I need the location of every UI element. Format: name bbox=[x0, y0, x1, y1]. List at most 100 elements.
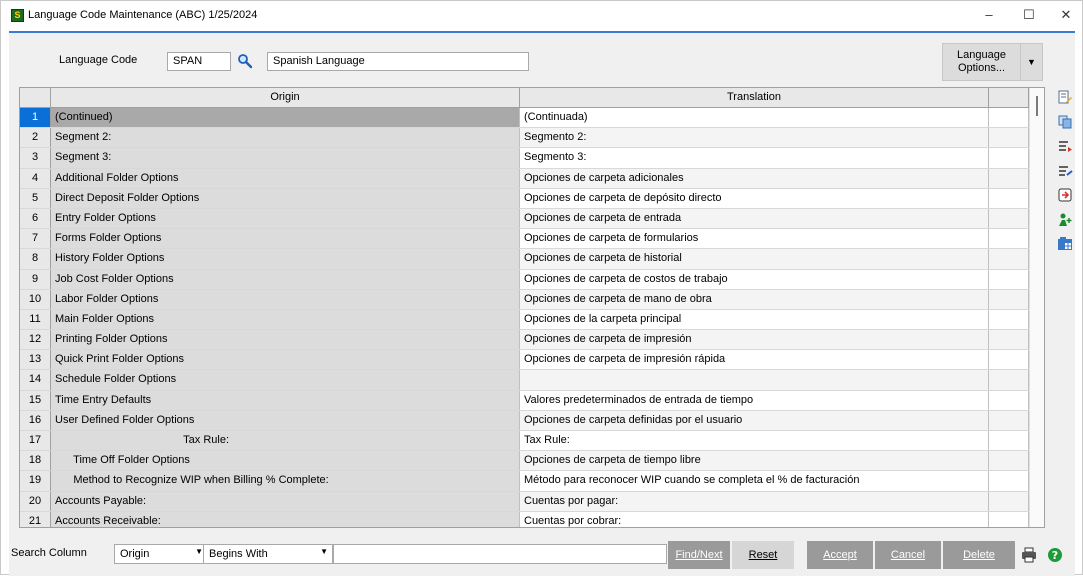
origin-cell[interactable]: Labor Folder Options bbox=[51, 289, 520, 309]
translation-cell[interactable]: Método para reconocer WIP cuando se comp… bbox=[520, 471, 989, 491]
table-row[interactable]: 14 Schedule Folder Options bbox=[20, 370, 1029, 391]
table-row[interactable]: 9 Job Cost Folder Options Opciones de carp… bbox=[20, 269, 1029, 290]
language-description-input[interactable]: Spanish Language bbox=[267, 52, 529, 71]
row-number[interactable]: 21 bbox=[20, 511, 51, 527]
origin-cell[interactable]: Forms Folder Options bbox=[51, 229, 520, 249]
translation-cell[interactable]: Cuentas por cobrar: bbox=[520, 511, 989, 527]
row-number[interactable]: 3 bbox=[20, 148, 51, 168]
translation-cell[interactable]: Opciones de carpeta de entrada bbox=[520, 208, 989, 229]
table-row[interactable]: 16 User Defined Folder Options Opciones de… bbox=[20, 410, 1029, 431]
origin-cell[interactable]: Method to Recognize WIP when Billing % C… bbox=[51, 471, 520, 491]
row-number[interactable]: 6 bbox=[20, 208, 51, 229]
translation-cell[interactable]: Segmento 3: bbox=[520, 148, 989, 168]
origin-cell[interactable]: Main Folder Options bbox=[51, 309, 520, 330]
row-number[interactable]: 7 bbox=[20, 229, 51, 249]
vertical-scrollbar[interactable] bbox=[1029, 88, 1044, 527]
table-row[interactable]: 2 Segment 2: Segmento 2: bbox=[20, 128, 1029, 149]
accept-button[interactable]: Accept bbox=[807, 541, 873, 569]
translation-cell[interactable]: Opciones de carpeta de costos de trabajo bbox=[520, 269, 989, 289]
search-operator-select[interactable]: Begins With ▼ bbox=[203, 544, 333, 564]
close-button[interactable]: ✕ bbox=[1046, 1, 1083, 31]
translation-cell[interactable]: Segmento 2: bbox=[520, 128, 989, 148]
cancel-button[interactable]: Cancel bbox=[875, 541, 941, 569]
translation-grid[interactable]: Origin Translation 1 (Continued) (Continua… bbox=[19, 87, 1045, 528]
language-code-input[interactable]: SPAN bbox=[167, 52, 231, 71]
translation-cell[interactable]: Opciones de carpeta de impresión rápida bbox=[520, 350, 989, 370]
help-icon[interactable]: ? bbox=[1047, 547, 1063, 563]
row-number[interactable]: 2 bbox=[20, 128, 51, 148]
origin-cell[interactable]: Time Entry Defaults bbox=[51, 390, 520, 410]
print-icon[interactable] bbox=[1021, 547, 1037, 563]
reset-button[interactable]: Reset bbox=[732, 541, 794, 569]
table-row[interactable]: 17 Tax Rule: Tax Rule: bbox=[20, 431, 1029, 452]
table-row[interactable]: 8 History Folder Options Opciones de carpe… bbox=[20, 249, 1029, 270]
maximize-button[interactable]: ☐ bbox=[1009, 1, 1049, 31]
origin-cell[interactable]: (Continued) bbox=[51, 108, 520, 128]
table-row[interactable]: 13 Quick Print Folder Options Opciones de … bbox=[20, 350, 1029, 371]
find-next-button[interactable]: Find/Next bbox=[668, 541, 730, 569]
row-number[interactable]: 11 bbox=[20, 309, 51, 330]
origin-cell[interactable]: Job Cost Folder Options bbox=[51, 269, 520, 289]
column-header-translation[interactable]: Translation bbox=[520, 88, 989, 108]
table-row[interactable]: 10 Labor Folder Options Opciones de carpet… bbox=[20, 289, 1029, 310]
table-row[interactable]: 6 Entry Folder Options Opciones de carpeta… bbox=[20, 208, 1029, 230]
origin-cell[interactable]: User Defined Folder Options bbox=[51, 410, 520, 430]
origin-cell[interactable]: Accounts Receivable: bbox=[51, 511, 520, 527]
search-column-select[interactable]: Origin ▼ bbox=[114, 544, 208, 564]
table-row[interactable]: 11 Main Folder Options Opciones de la carp… bbox=[20, 309, 1029, 331]
minimize-button[interactable]: – bbox=[969, 1, 1009, 31]
translation-cell[interactable]: Tax Rule: bbox=[520, 431, 989, 451]
origin-cell[interactable]: History Folder Options bbox=[51, 249, 520, 269]
language-options-dropdown[interactable]: ▼ bbox=[1021, 43, 1043, 81]
delete-button[interactable]: Delete bbox=[943, 541, 1015, 569]
table-row[interactable]: 12 Printing Folder Options Opciones de car… bbox=[20, 330, 1029, 351]
translation-cell[interactable]: Opciones de carpeta adicionales bbox=[520, 168, 989, 188]
table-row[interactable]: 21 Accounts Receivable: Cuentas por cobrar… bbox=[20, 511, 1029, 527]
delete-row-icon[interactable] bbox=[1057, 163, 1073, 179]
row-number[interactable]: 14 bbox=[20, 370, 51, 390]
translation-cell[interactable]: Opciones de la carpeta principal bbox=[520, 309, 989, 330]
row-number[interactable]: 13 bbox=[20, 350, 51, 370]
origin-cell[interactable]: Segment 2: bbox=[51, 128, 520, 148]
row-number[interactable]: 1 bbox=[20, 108, 51, 128]
translation-cell[interactable]: Opciones de carpeta de depósito directo bbox=[520, 188, 989, 208]
table-row[interactable]: 4 Additional Folder Options Opciones de ca… bbox=[20, 168, 1029, 189]
language-options-button[interactable]: Language Options... bbox=[942, 43, 1021, 81]
table-row[interactable]: 1 (Continued) (Continuada) bbox=[20, 108, 1029, 129]
translation-cell[interactable]: Opciones de carpeta de historial bbox=[520, 249, 989, 269]
column-header-origin[interactable]: Origin bbox=[51, 88, 520, 108]
row-number[interactable]: 19 bbox=[20, 471, 51, 491]
row-number[interactable]: 16 bbox=[20, 410, 51, 430]
origin-cell[interactable]: Quick Print Folder Options bbox=[51, 350, 520, 370]
origin-cell[interactable]: Time Off Folder Options bbox=[51, 451, 520, 471]
origin-cell[interactable]: Accounts Payable: bbox=[51, 491, 520, 511]
origin-cell[interactable]: Schedule Folder Options bbox=[51, 370, 520, 390]
translation-cell[interactable]: Opciones de carpeta de tiempo libre bbox=[520, 451, 989, 471]
row-number[interactable]: 12 bbox=[20, 330, 51, 350]
origin-cell[interactable]: Additional Folder Options bbox=[51, 168, 520, 188]
origin-cell[interactable]: Direct Deposit Folder Options bbox=[51, 188, 520, 208]
translation-cell[interactable]: Cuentas por pagar: bbox=[520, 491, 989, 511]
origin-cell[interactable]: Entry Folder Options bbox=[51, 208, 520, 229]
import-icon[interactable] bbox=[1057, 187, 1073, 203]
row-number[interactable]: 20 bbox=[20, 491, 51, 511]
insert-row-icon[interactable] bbox=[1057, 138, 1073, 154]
translation-cell[interactable] bbox=[520, 370, 989, 390]
translation-cell[interactable]: Opciones de carpeta de formularios bbox=[520, 229, 989, 249]
row-number[interactable]: 8 bbox=[20, 249, 51, 269]
row-number[interactable]: 18 bbox=[20, 451, 51, 471]
translation-cell[interactable]: Opciones de carpeta de impresión bbox=[520, 330, 989, 350]
table-row[interactable]: 5 Direct Deposit Folder Options Opciones d… bbox=[20, 188, 1029, 209]
translation-cell[interactable]: Valores predeterminados de entrada de ti… bbox=[520, 390, 989, 410]
scrollbar-thumb[interactable] bbox=[1036, 96, 1038, 116]
copy-icon[interactable] bbox=[1057, 114, 1073, 130]
table-row[interactable]: 15 Time Entry Defaults Valores predetermin… bbox=[20, 390, 1029, 411]
origin-cell[interactable]: Tax Rule: bbox=[51, 431, 520, 451]
search-value-input[interactable] bbox=[333, 544, 667, 564]
table-row[interactable]: 18 Time Off Folder Options Opciones de ca… bbox=[20, 451, 1029, 472]
translation-cell[interactable]: Opciones de carpeta definidas por el usu… bbox=[520, 410, 989, 430]
table-row[interactable]: 7 Forms Folder Options Opciones de carpeta… bbox=[20, 229, 1029, 250]
row-number[interactable]: 5 bbox=[20, 188, 51, 208]
row-number[interactable]: 9 bbox=[20, 269, 51, 289]
edit-icon[interactable] bbox=[1057, 89, 1073, 105]
